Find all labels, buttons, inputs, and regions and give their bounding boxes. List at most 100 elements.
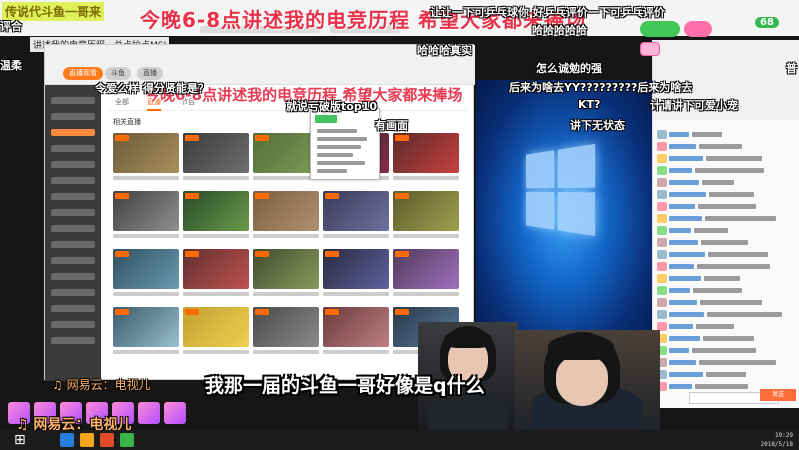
thumbnail-caption <box>393 234 459 238</box>
chip-1[interactable]: 直播观看 <box>63 67 103 80</box>
chat-message <box>657 172 797 187</box>
music-now-playing: ♫ 网易云：电视儿 <box>52 378 151 392</box>
taskbar-app-icon[interactable] <box>100 433 114 447</box>
gift-icon-6 <box>138 402 160 424</box>
thumbnail-caption <box>113 176 179 180</box>
chip-2[interactable]: 斗鱼 <box>105 67 131 80</box>
taskbar-folder-icon[interactable] <box>80 433 94 447</box>
danmaku-comment: 就说亏破版top10 <box>286 100 377 113</box>
thumbnail-caption <box>323 234 389 238</box>
thumbnail-caption <box>253 292 319 296</box>
danmaku-comment: 哈哈哈真实 <box>417 44 472 57</box>
chat-message <box>657 160 797 175</box>
danmaku-comment: 哈哈哈哈哈 <box>532 24 587 37</box>
thumbnail-caption <box>113 234 179 238</box>
live-thumbnail[interactable] <box>393 249 459 289</box>
danmaku-comment: 普 <box>786 62 797 75</box>
danmaku-comment: 怎么诚勉的强 <box>536 62 602 75</box>
danmaku-comment: 有画面 <box>375 119 408 132</box>
send-button[interactable]: 发送 <box>760 389 796 401</box>
thumbnail-caption <box>253 350 319 354</box>
clock-date: 2018/5/18 <box>760 441 793 448</box>
start-icon[interactable]: ⊞ <box>14 432 30 448</box>
live-thumbnail[interactable] <box>113 249 179 289</box>
browser-left-rail <box>45 85 101 381</box>
live-thumbnail[interactable] <box>323 191 389 231</box>
live-thumbnail[interactable] <box>183 307 249 347</box>
thumbnail-caption <box>393 292 459 296</box>
danmaku-comment: KT? <box>578 98 601 111</box>
thumbnail-caption <box>323 350 389 354</box>
chat-message <box>657 208 797 223</box>
thumbnail-caption <box>253 234 319 238</box>
chat-message <box>657 256 797 271</box>
windows-wallpaper <box>476 80 652 330</box>
thumbnail-caption <box>323 292 389 296</box>
windows-logo-icon <box>526 143 596 237</box>
live-thumbnail[interactable] <box>183 249 249 289</box>
danmaku-comment: 后来为啥去YY?????????后来为啥去 <box>509 81 693 94</box>
live-thumbnail[interactable] <box>393 133 459 173</box>
thumbnail-caption <box>393 176 459 180</box>
chat-panel <box>652 40 799 408</box>
thumbnail-caption <box>183 176 249 180</box>
chat-message <box>657 196 797 211</box>
live-thumbnail[interactable] <box>183 191 249 231</box>
clock-time: 19:29 <box>774 432 793 439</box>
chat-message <box>657 148 797 163</box>
chat-message <box>657 304 797 319</box>
thumbnail-caption <box>113 350 179 354</box>
danmaku-comment: 评合 <box>0 20 22 33</box>
live-thumbnail[interactable] <box>323 249 389 289</box>
section-title: 相关直播 <box>113 118 141 126</box>
live-thumbnail[interactable] <box>253 249 319 289</box>
gift-icon-7 <box>164 402 186 424</box>
taskbar-app-icon[interactable] <box>120 433 134 447</box>
chat-message <box>657 184 797 199</box>
live-thumbnail[interactable] <box>113 191 179 231</box>
live-thumbnail[interactable] <box>323 307 389 347</box>
thumbnail-caption <box>113 292 179 296</box>
live-thumbnail[interactable] <box>113 307 179 347</box>
chat-message <box>657 292 797 307</box>
chat-message <box>657 124 797 139</box>
danmaku-comment: 温柔 <box>0 59 22 72</box>
live-caption: 我那一届的斗鱼一哥好像是q什么 <box>205 375 485 397</box>
danmaku-comment: 讲下无状态 <box>570 119 625 132</box>
live-thumbnail[interactable] <box>113 133 179 173</box>
system-clock: 19:29 2018/5/18 <box>760 431 793 449</box>
chat-message <box>657 316 797 331</box>
chat-message <box>657 328 797 343</box>
browser-content: 全部 直播 节目 相关直播 <box>109 93 469 378</box>
tab-all[interactable]: 全部 <box>115 97 129 107</box>
live-thumbnail[interactable] <box>253 191 319 231</box>
thumbnail-caption <box>183 234 249 238</box>
live-thumbnail[interactable] <box>183 133 249 173</box>
chat-message <box>657 220 797 235</box>
chat-message <box>657 376 797 391</box>
windows-taskbar: ⊞ 19:29 2018/5/18 <box>0 430 799 450</box>
thumbnail-caption <box>183 350 249 354</box>
danmaku-comment: 令爱么样 得分贤能是？ <box>95 82 209 95</box>
chat-message <box>657 280 797 295</box>
info-popup <box>310 108 380 180</box>
live-thumbnail[interactable] <box>253 307 319 347</box>
danmaku-comment: 让让一下可乒乓球你 好乒乓评价一下可乒乓评价 <box>430 6 665 19</box>
webcam-right <box>514 330 660 432</box>
chat-message <box>657 244 797 259</box>
chat-message <box>657 352 797 367</box>
taskbar-app-icon[interactable] <box>60 433 74 447</box>
stream-screen: 传说代斗鱼一哥来 今晚6-8点讲述我的电竞历程 希望大家都来捧场 讲述我的电竞历… <box>0 0 799 450</box>
browser-toolbar: 直播观看 斗鱼 直播 <box>45 45 475 85</box>
count-badge: 68 <box>755 17 779 28</box>
chat-message <box>657 364 797 379</box>
danmaku-comment: 计请讲下可爱小宠 <box>650 99 738 112</box>
live-thumbnail[interactable] <box>393 191 459 231</box>
chat-message <box>657 232 797 247</box>
chat-message <box>657 340 797 355</box>
thumbnail-caption <box>183 292 249 296</box>
gift-icon <box>640 42 660 56</box>
chip-3[interactable]: 直播 <box>137 67 163 80</box>
chat-message <box>657 136 797 151</box>
chat-message <box>657 268 797 283</box>
